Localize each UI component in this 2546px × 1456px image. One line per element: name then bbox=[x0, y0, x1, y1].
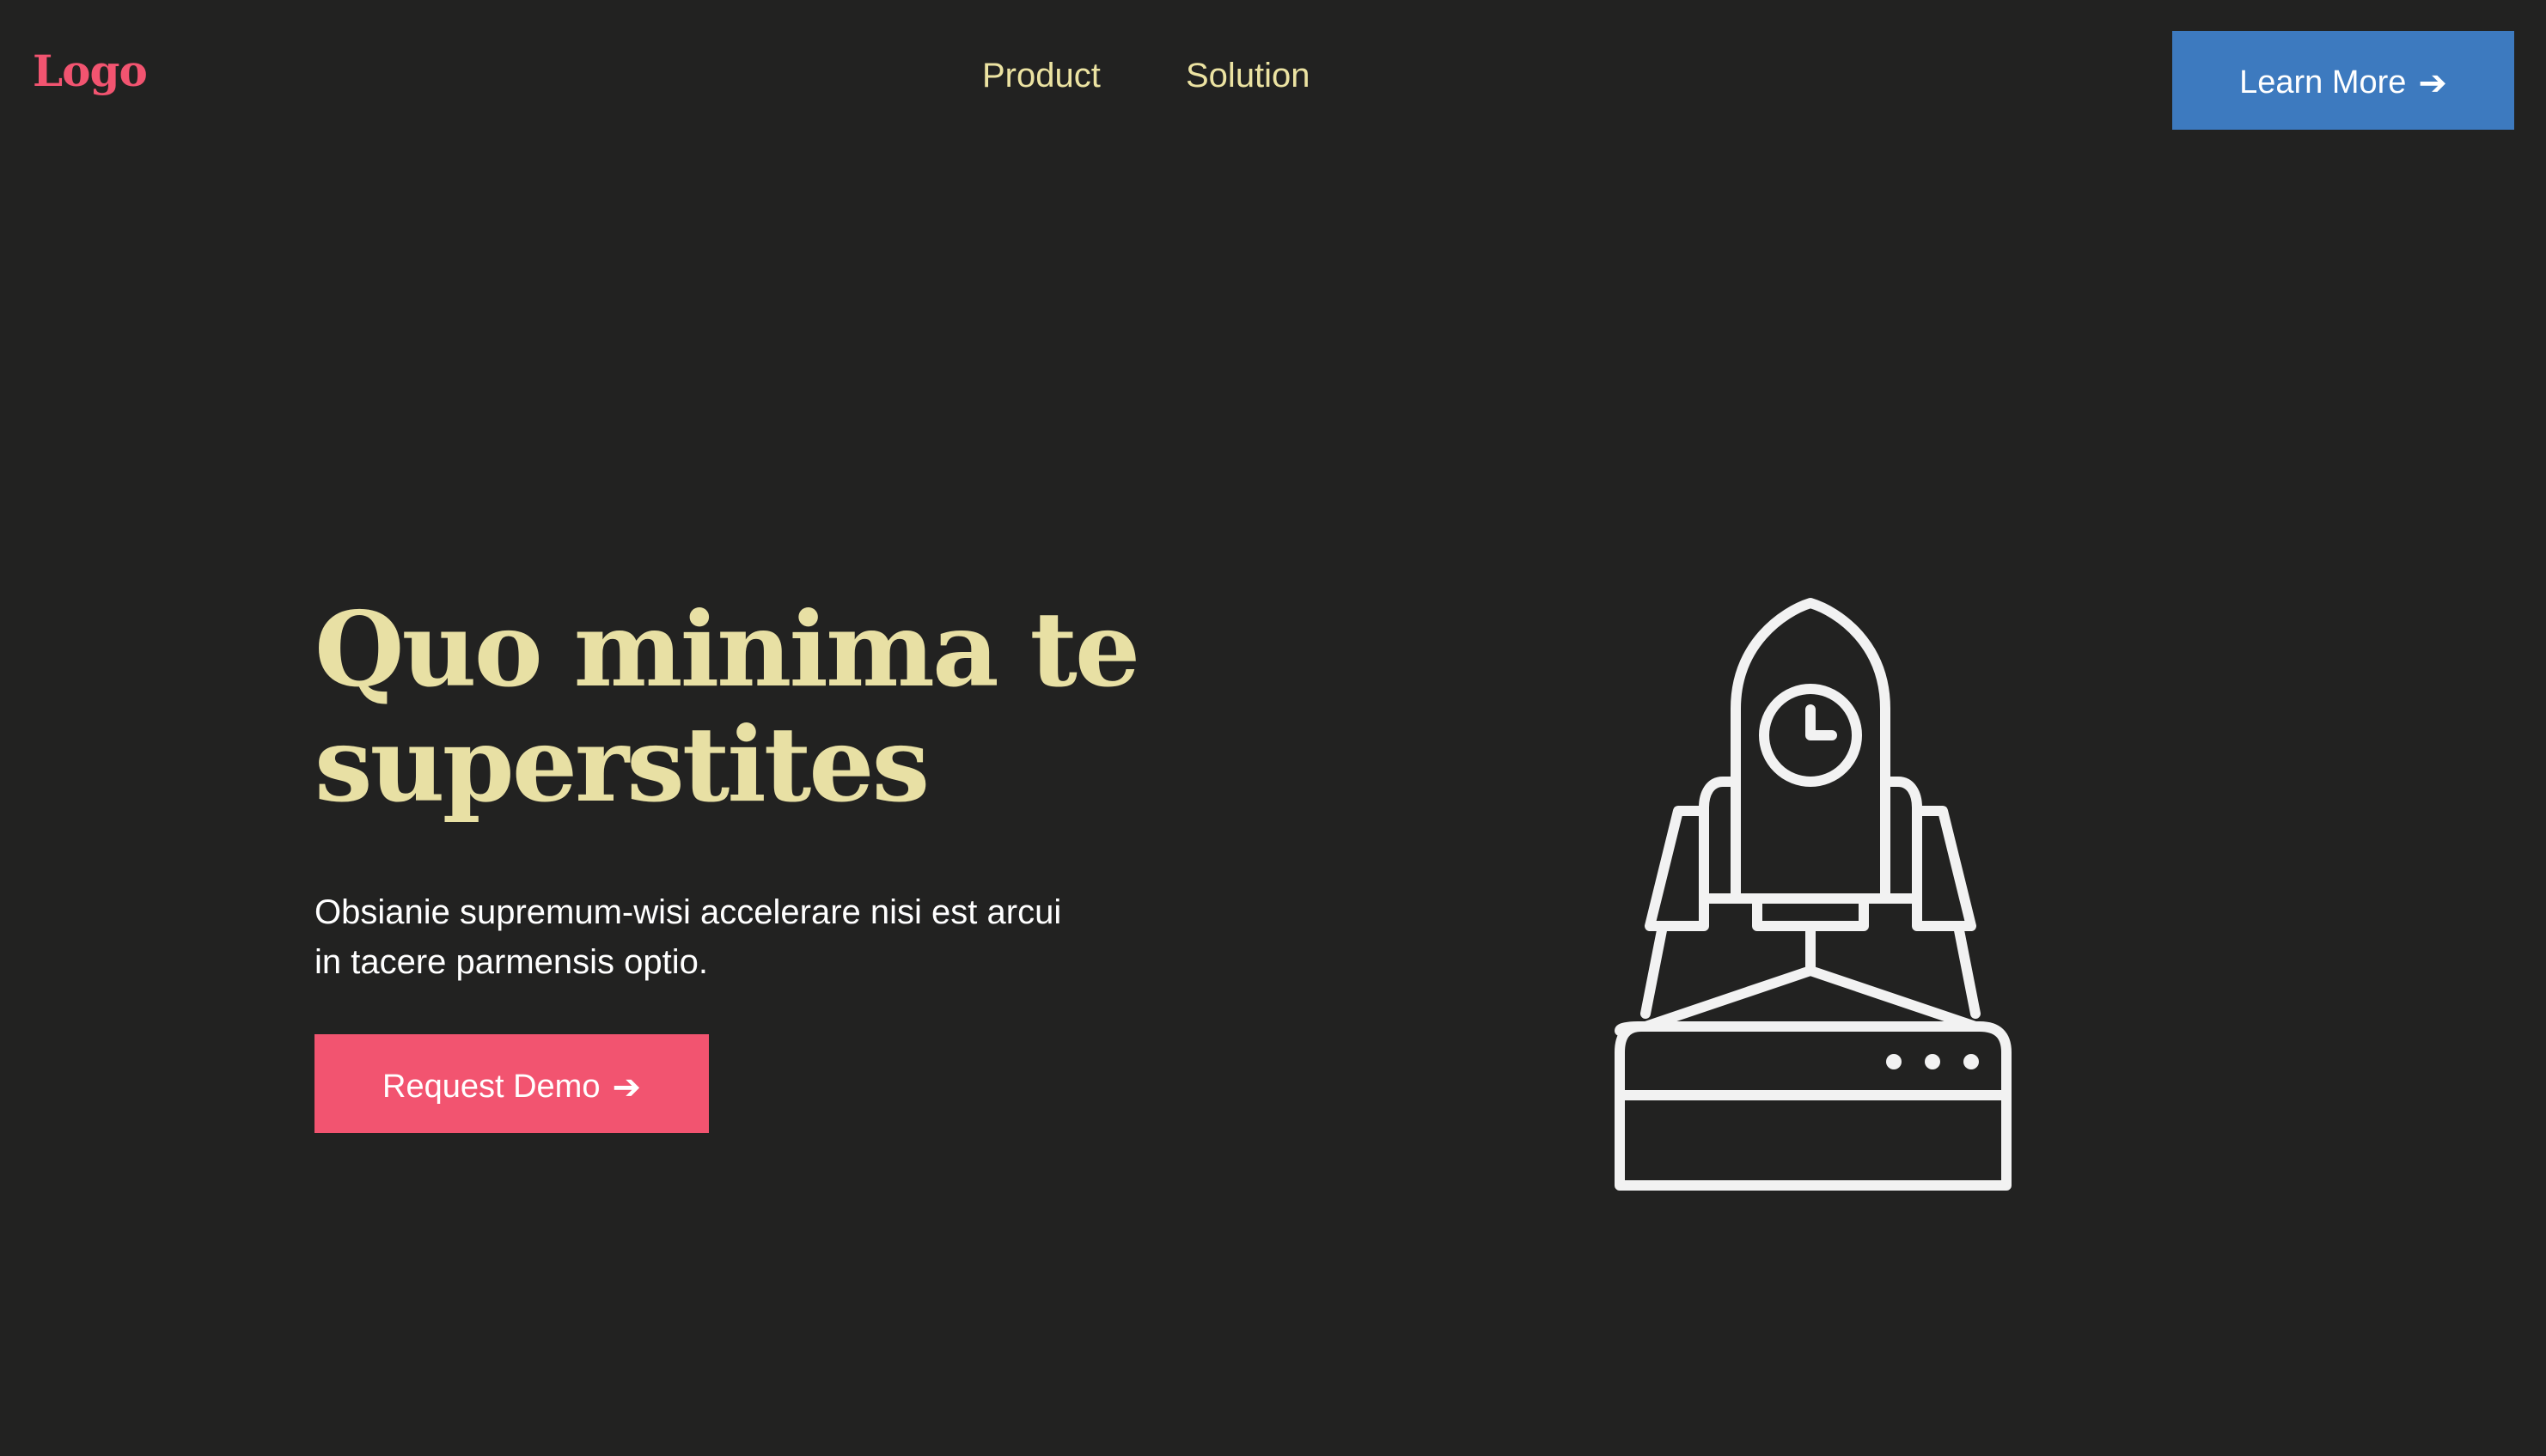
arrow-right-icon: ➔ bbox=[2418, 63, 2447, 103]
request-demo-button[interactable]: Request Demo ➔ bbox=[314, 1034, 709, 1133]
nav-product[interactable]: Product bbox=[982, 58, 1101, 93]
logo[interactable]: Logo bbox=[33, 50, 148, 93]
rocket-launch-icon bbox=[1615, 598, 2012, 1191]
nav-solution[interactable]: Solution bbox=[1186, 58, 1310, 93]
learn-more-button[interactable]: Learn More ➔ bbox=[2172, 31, 2514, 130]
hero-subtitle: Obsianie supremum-wisi accelerare nisi e… bbox=[314, 893, 1062, 981]
learn-more-label: Learn More bbox=[2239, 64, 2407, 101]
request-demo-label: Request Demo bbox=[382, 1069, 601, 1105]
arrow-right-icon: ➔ bbox=[612, 1067, 641, 1107]
hero-title: Quo minima te superstites bbox=[314, 589, 1140, 825]
